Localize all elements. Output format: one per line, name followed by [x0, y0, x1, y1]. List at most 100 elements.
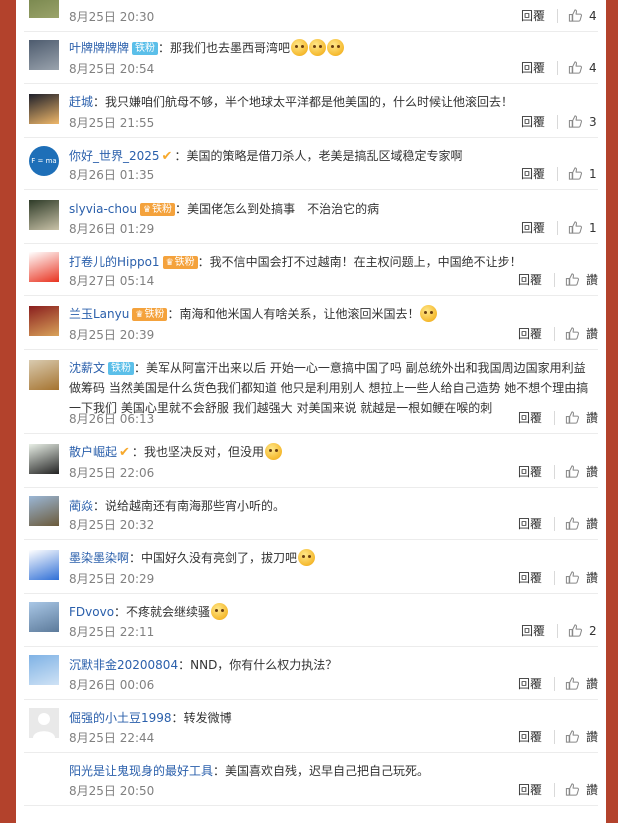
action-divider	[553, 570, 555, 585]
comment-actions: 回覆 讚	[518, 781, 598, 798]
reply-button[interactable]: 回覆	[521, 165, 545, 182]
comment-text-line: 阳光是让鬼现身的最好工具：美国喜欢自残，迟早自己把自己玩死。	[69, 761, 594, 781]
emoji-icon	[264, 443, 282, 460]
fan-badge: 铁粉	[108, 362, 135, 375]
action-divider	[557, 114, 558, 129]
comment-date: 8月26日 01:29	[69, 222, 155, 236]
avatar[interactable]	[29, 550, 59, 580]
fan-badge-label: 铁粉	[144, 309, 165, 320]
avatar[interactable]	[29, 496, 59, 526]
like-button[interactable]: 1	[568, 166, 598, 181]
reply-button[interactable]: 回覆	[518, 463, 542, 480]
like-count: 讚	[585, 411, 598, 425]
avatar[interactable]	[29, 0, 59, 18]
like-button[interactable]: 讚	[565, 728, 598, 745]
reply-button[interactable]: 回覆	[518, 515, 542, 532]
username-link[interactable]: 叶牌牌牌牌	[69, 41, 129, 55]
reply-button[interactable]: 回覆	[518, 675, 542, 692]
comment-date: 8月26日 01:35	[69, 168, 155, 182]
like-button[interactable]: 1	[568, 220, 598, 235]
avatar[interactable]	[29, 252, 59, 282]
username-link[interactable]: 沉默非金20200804	[69, 658, 178, 672]
like-button[interactable]: 2	[568, 623, 598, 638]
like-button[interactable]: 讚	[565, 463, 598, 480]
avatar[interactable]: F = ma	[29, 146, 59, 176]
reply-button[interactable]: 回覆	[518, 409, 542, 426]
action-divider	[553, 326, 555, 341]
avatar[interactable]	[29, 200, 59, 230]
reply-button[interactable]: 回覆	[521, 59, 545, 76]
emoji-icon	[309, 39, 327, 56]
avatar[interactable]	[29, 360, 59, 390]
username-link[interactable]: 兰玉Lanyu	[69, 307, 129, 321]
reply-button[interactable]: 回覆	[521, 622, 545, 639]
emoji-icon	[211, 603, 229, 620]
comment-item: slyvia-chou ♛铁粉 ：美国佬怎么到处搞事 不治治它的病 8月26日 01:…	[24, 190, 598, 244]
colon-separator: ：	[178, 658, 191, 672]
comment-item: 蔺焱：说给越南还有南海那些宵小听的。 8月25日 20:32 回覆 讚	[24, 488, 598, 540]
username-link[interactable]: 打卷儿的Hippo1	[69, 255, 160, 269]
username-link[interactable]: 赶城	[69, 95, 93, 109]
username-link[interactable]: 散户崛起	[69, 445, 117, 459]
comment-body: 美军从阿富汗出来以后 开始一心一意搞中国了吗 副总统外出和我国周边国家用利益做筹…	[69, 361, 589, 415]
like-count: 3	[589, 114, 597, 129]
avatar[interactable]	[29, 40, 59, 70]
reply-button[interactable]: 回覆	[521, 113, 545, 130]
username-link[interactable]: 阳光是让鬼现身的最好工具	[69, 764, 213, 778]
reply-button[interactable]: 回覆	[518, 325, 542, 342]
reply-button[interactable]: 回覆	[521, 7, 545, 24]
like-button[interactable]: 4	[568, 8, 598, 23]
avatar[interactable]	[29, 602, 59, 632]
reply-button[interactable]: 回覆	[518, 781, 542, 798]
like-button[interactable]: 讚	[565, 409, 598, 426]
reply-button[interactable]: 回覆	[518, 569, 542, 586]
comment-date: 8月25日 20:54	[69, 62, 155, 76]
username-link[interactable]: slyvia-chou	[69, 202, 137, 216]
like-button[interactable]: 讚	[565, 325, 598, 342]
avatar[interactable]	[29, 708, 59, 738]
comment-actions: 回覆 4	[521, 59, 598, 76]
avatar[interactable]	[29, 444, 59, 474]
username-link[interactable]: 你好_世界_2025	[69, 149, 160, 163]
comment-item: 叶牌牌牌牌 铁粉 ：那我们也去墨西哥湾吧 8月25日 20:54 回覆 4	[24, 32, 598, 84]
username-link[interactable]: 墨染墨染啊	[69, 551, 129, 565]
action-divider	[553, 464, 555, 479]
thumbs-up-icon	[565, 570, 580, 585]
comment-actions: 回覆 4	[521, 7, 598, 24]
comment-body: 不疼就会继续骚	[126, 605, 211, 619]
like-count: 1	[589, 166, 597, 181]
like-button[interactable]: 讚	[565, 271, 598, 288]
like-button[interactable]: 4	[568, 60, 598, 75]
comment-list: 8月25日 20:30 回覆 4 叶牌牌牌牌 铁粉 ：那我们也去墨西哥湾吧 8月25日 20…	[16, 0, 606, 806]
like-button[interactable]: 讚	[565, 675, 598, 692]
reply-button[interactable]: 回覆	[518, 271, 542, 288]
reply-button[interactable]: 回覆	[521, 219, 545, 236]
thumbs-up-icon	[565, 729, 580, 744]
username-link[interactable]: 倔强的小土豆1998	[69, 711, 172, 725]
comment-actions: 回覆 讚	[518, 409, 598, 426]
username-link[interactable]: FDvovo	[69, 605, 114, 619]
comment-actions: 回覆 讚	[518, 515, 598, 532]
like-count: 2	[589, 623, 597, 638]
comment-actions: 回覆 讚	[518, 675, 598, 692]
comment-text-line: 蔺焱：说给越南还有南海那些宵小听的。	[69, 496, 594, 516]
avatar[interactable]	[29, 94, 59, 124]
comment-body: 说给越南还有南海那些宵小听的。	[105, 499, 286, 513]
like-button[interactable]: 讚	[565, 781, 598, 798]
comment-body: 我不信中国会打不过越南！在主权问题上，中国绝不让步！	[209, 255, 522, 269]
like-button[interactable]: 讚	[565, 515, 598, 532]
like-button[interactable]: 讚	[565, 569, 598, 586]
avatar[interactable]	[29, 655, 59, 685]
comment-actions: 回覆 2	[521, 622, 598, 639]
avatar[interactable]	[29, 306, 59, 336]
action-divider	[557, 8, 558, 23]
like-count: 讚	[585, 571, 598, 585]
verified-icon: ✔	[161, 149, 173, 164]
username-link[interactable]: 蔺焱	[69, 499, 93, 513]
username-link[interactable]: 沈薪文	[69, 361, 105, 375]
like-button[interactable]: 3	[568, 114, 598, 129]
emoji-icon	[420, 305, 438, 322]
reply-button[interactable]: 回覆	[518, 728, 542, 745]
comment-text-line: 散户崛起 ✔ ：我也坚决反对，但没用	[69, 442, 594, 463]
thumbs-up-icon	[565, 410, 580, 425]
